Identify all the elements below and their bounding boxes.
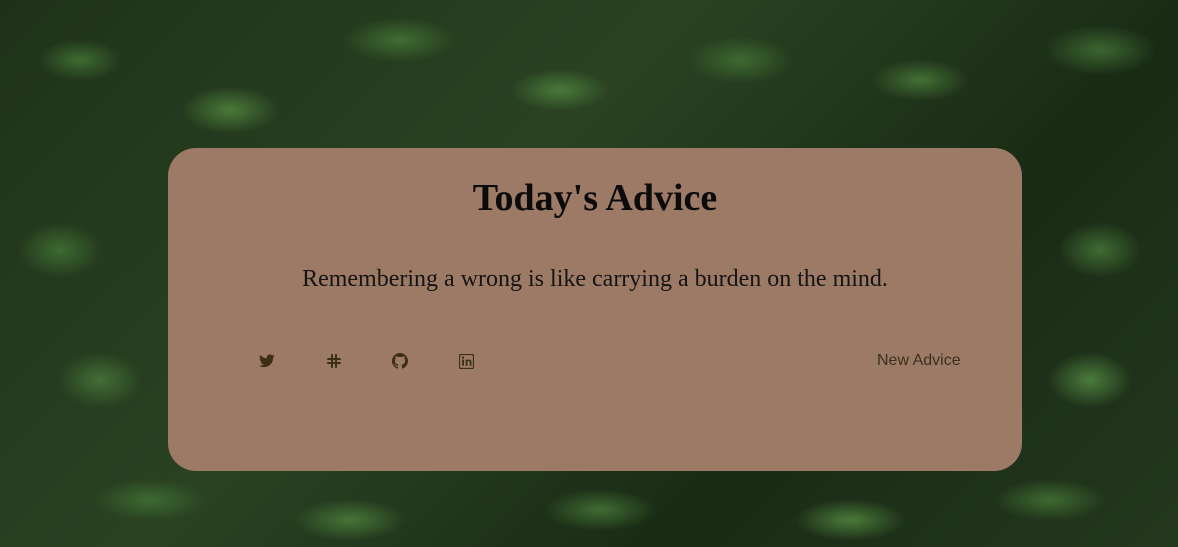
advice-text: Remembering a wrong is like carrying a b…: [302, 266, 888, 292]
card-title: Today's Advice: [472, 177, 718, 219]
slack-icon[interactable]: [325, 352, 343, 370]
linkedin-icon[interactable]: [457, 352, 475, 370]
twitter-icon[interactable]: [258, 352, 276, 370]
github-icon[interactable]: [391, 352, 409, 370]
new-advice-button[interactable]: New Advice: [860, 352, 980, 370]
